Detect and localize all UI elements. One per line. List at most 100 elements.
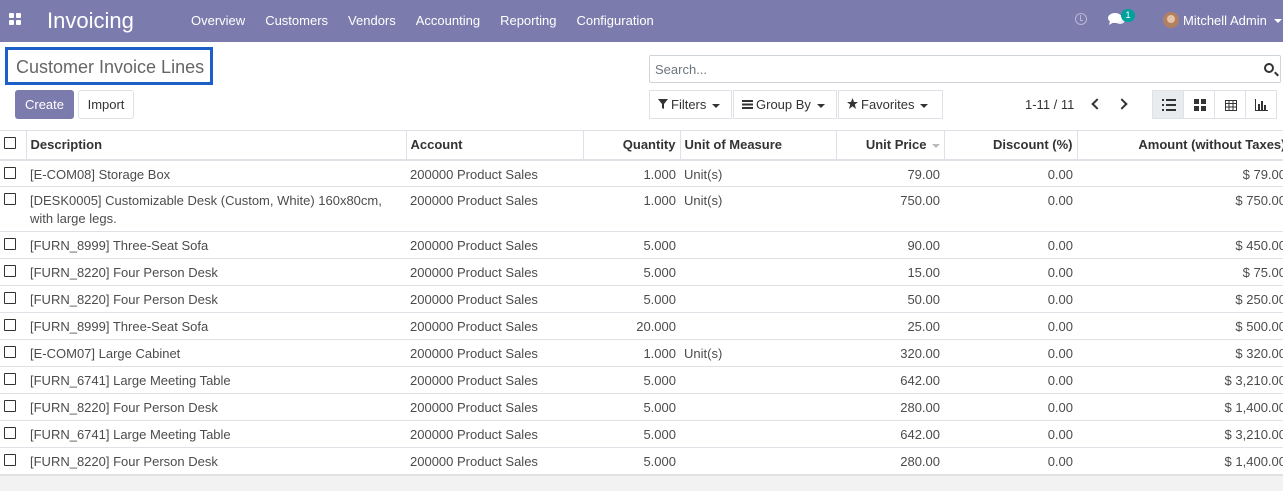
cell-unit-of-measure [680, 285, 836, 313]
chevron-down-icon[interactable] [1274, 19, 1282, 23]
pager-value[interactable]: 1-11 / 11 [1025, 97, 1074, 112]
menu-configuration[interactable]: Configuration [566, 0, 663, 42]
cell-description: [FURN_6741] Large Meeting Table [26, 366, 406, 394]
column-header-unit-of-measure[interactable]: Unit of Measure [680, 130, 837, 161]
row-checkbox[interactable] [4, 346, 16, 358]
row-checkbox[interactable] [4, 427, 16, 439]
row-checkbox[interactable] [4, 454, 16, 466]
favorites-button[interactable]: Favorites [838, 90, 943, 119]
cell-account: 200000 Product Sales [406, 186, 583, 232]
cell-account: 200000 Product Sales [406, 447, 583, 475]
table-row[interactable]: [FURN_8220] Four Person Desk 200000 Produ… [0, 285, 1283, 313]
kanban-view-button[interactable] [1183, 90, 1215, 119]
apps-menu-icon[interactable] [9, 13, 22, 26]
unit-price-label: Unit Price [865, 137, 927, 153]
cell-discount: 0.00 [944, 258, 1077, 286]
chevron-down-icon [920, 103, 929, 108]
cell-unit-of-measure [680, 231, 836, 259]
chevron-left-icon[interactable] [1088, 97, 1102, 111]
table-row[interactable]: [FURN_8220] Four Person Desk 200000 Produ… [0, 447, 1283, 475]
menu-customers[interactable]: Customers [255, 0, 338, 42]
cell-amount: $ 3,210.00 [1077, 366, 1283, 394]
cell-discount: 0.00 [944, 312, 1077, 340]
row-checkbox-cell[interactable] [0, 447, 26, 475]
column-header-unit-price[interactable]: Unit Price [836, 130, 945, 161]
table-row[interactable]: [FURN_8220] Four Person Desk 200000 Produ… [0, 393, 1283, 421]
table-row[interactable]: [DESK0005] Customizable Desk (Custom, Wh… [0, 186, 1283, 232]
cell-unit-of-measure: Unit(s) [680, 339, 836, 367]
cell-description: [E-COM08] Storage Box [26, 159, 406, 187]
page-title: Customer Invoice Lines [16, 57, 205, 77]
table-body: [E-COM08] Storage Box 200000 Product Sale… [0, 159, 1283, 475]
search-input[interactable]: Search... [655, 62, 707, 77]
cell-amount: $ 500.00 [1077, 312, 1283, 340]
table-row[interactable]: [FURN_6741] Large Meeting Table 200000 Pr… [0, 420, 1283, 448]
column-header-discount[interactable]: Discount (%) [944, 130, 1078, 161]
row-checkbox[interactable] [4, 400, 16, 412]
message-count-badge: 1 [1121, 9, 1135, 22]
cell-amount: $ 320.00 [1077, 339, 1283, 367]
cell-description: [E-COM07] Large Cabinet [26, 339, 406, 367]
pivot-view-button[interactable] [1214, 90, 1246, 119]
cell-discount: 0.00 [944, 285, 1077, 313]
menu-overview[interactable]: Overview [181, 0, 255, 42]
table-row[interactable]: [FURN_8999] Three-Seat Sofa 200000 Produc… [0, 231, 1283, 259]
avatar[interactable] [1163, 12, 1179, 28]
row-checkbox-cell[interactable] [0, 159, 26, 187]
column-header-account[interactable]: Account [406, 130, 584, 161]
chevron-right-icon[interactable] [1116, 97, 1130, 111]
search-bar[interactable]: Search... [649, 55, 1281, 83]
group-by-button[interactable]: Group By [733, 90, 837, 119]
user-menu[interactable]: Mitchell Admin [1183, 13, 1267, 28]
row-checkbox-cell[interactable] [0, 285, 26, 313]
chevron-down-icon [816, 103, 825, 108]
row-checkbox-cell[interactable] [0, 312, 26, 340]
filters-button[interactable]: Filters [649, 90, 732, 119]
group-by-label: Group By [756, 97, 811, 112]
cell-unit-price: 280.00 [836, 393, 944, 421]
row-checkbox[interactable] [4, 373, 16, 385]
chevron-down-icon [712, 103, 721, 108]
row-checkbox-cell[interactable] [0, 393, 26, 421]
favorites-label: Favorites [861, 97, 915, 112]
column-header-quantity[interactable]: Quantity [583, 130, 681, 161]
select-all-checkbox[interactable] [4, 137, 16, 150]
cell-quantity: 1.000 [583, 186, 680, 232]
row-checkbox-cell[interactable] [0, 186, 26, 232]
cell-description: [FURN_8999] Three-Seat Sofa [26, 231, 406, 259]
cell-description: [FURN_8220] Four Person Desk [26, 447, 406, 475]
search-icon[interactable] [1264, 63, 1274, 73]
row-checkbox[interactable] [4, 238, 16, 250]
column-header-amount[interactable]: Amount (without Taxes) [1077, 130, 1283, 161]
row-checkbox-cell[interactable] [0, 258, 26, 286]
menu-vendors[interactable]: Vendors [338, 0, 406, 42]
app-name[interactable]: Invoicing [47, 8, 134, 34]
table-row[interactable]: [FURN_6741] Large Meeting Table 200000 Pr… [0, 366, 1283, 394]
row-checkbox-cell[interactable] [0, 231, 26, 259]
row-checkbox[interactable] [4, 166, 16, 179]
menu-accounting[interactable]: Accounting [406, 0, 490, 42]
row-checkbox[interactable] [4, 193, 16, 205]
list-view-button[interactable] [1152, 90, 1184, 119]
import-button[interactable]: Import [78, 90, 134, 119]
graph-view-button[interactable] [1245, 90, 1277, 119]
table-row[interactable]: [E-COM07] Large Cabinet 200000 Product Sa… [0, 339, 1283, 367]
cell-quantity: 5.000 [583, 366, 680, 394]
row-checkbox[interactable] [4, 265, 16, 277]
column-header-description[interactable]: Description [26, 130, 407, 161]
row-checkbox-cell[interactable] [0, 339, 26, 367]
table-row[interactable]: [FURN_8999] Three-Seat Sofa 200000 Produc… [0, 312, 1283, 340]
activity-clock-icon[interactable] [1075, 13, 1087, 25]
row-checkbox[interactable] [4, 319, 16, 331]
row-checkbox-cell[interactable] [0, 366, 26, 394]
row-checkbox[interactable] [4, 292, 16, 304]
table-row[interactable]: [E-COM08] Storage Box 200000 Product Sale… [0, 159, 1283, 187]
create-button[interactable]: Create [15, 90, 74, 119]
cell-amount: $ 250.00 [1077, 285, 1283, 313]
menu-reporting[interactable]: Reporting [490, 0, 566, 42]
table-row[interactable]: [FURN_8220] Four Person Desk 200000 Produ… [0, 258, 1283, 286]
cell-discount: 0.00 [944, 159, 1077, 187]
row-checkbox-cell[interactable] [0, 420, 26, 448]
select-all-checkbox-cell[interactable] [0, 130, 27, 161]
cell-amount: $ 3,210.00 [1077, 420, 1283, 448]
